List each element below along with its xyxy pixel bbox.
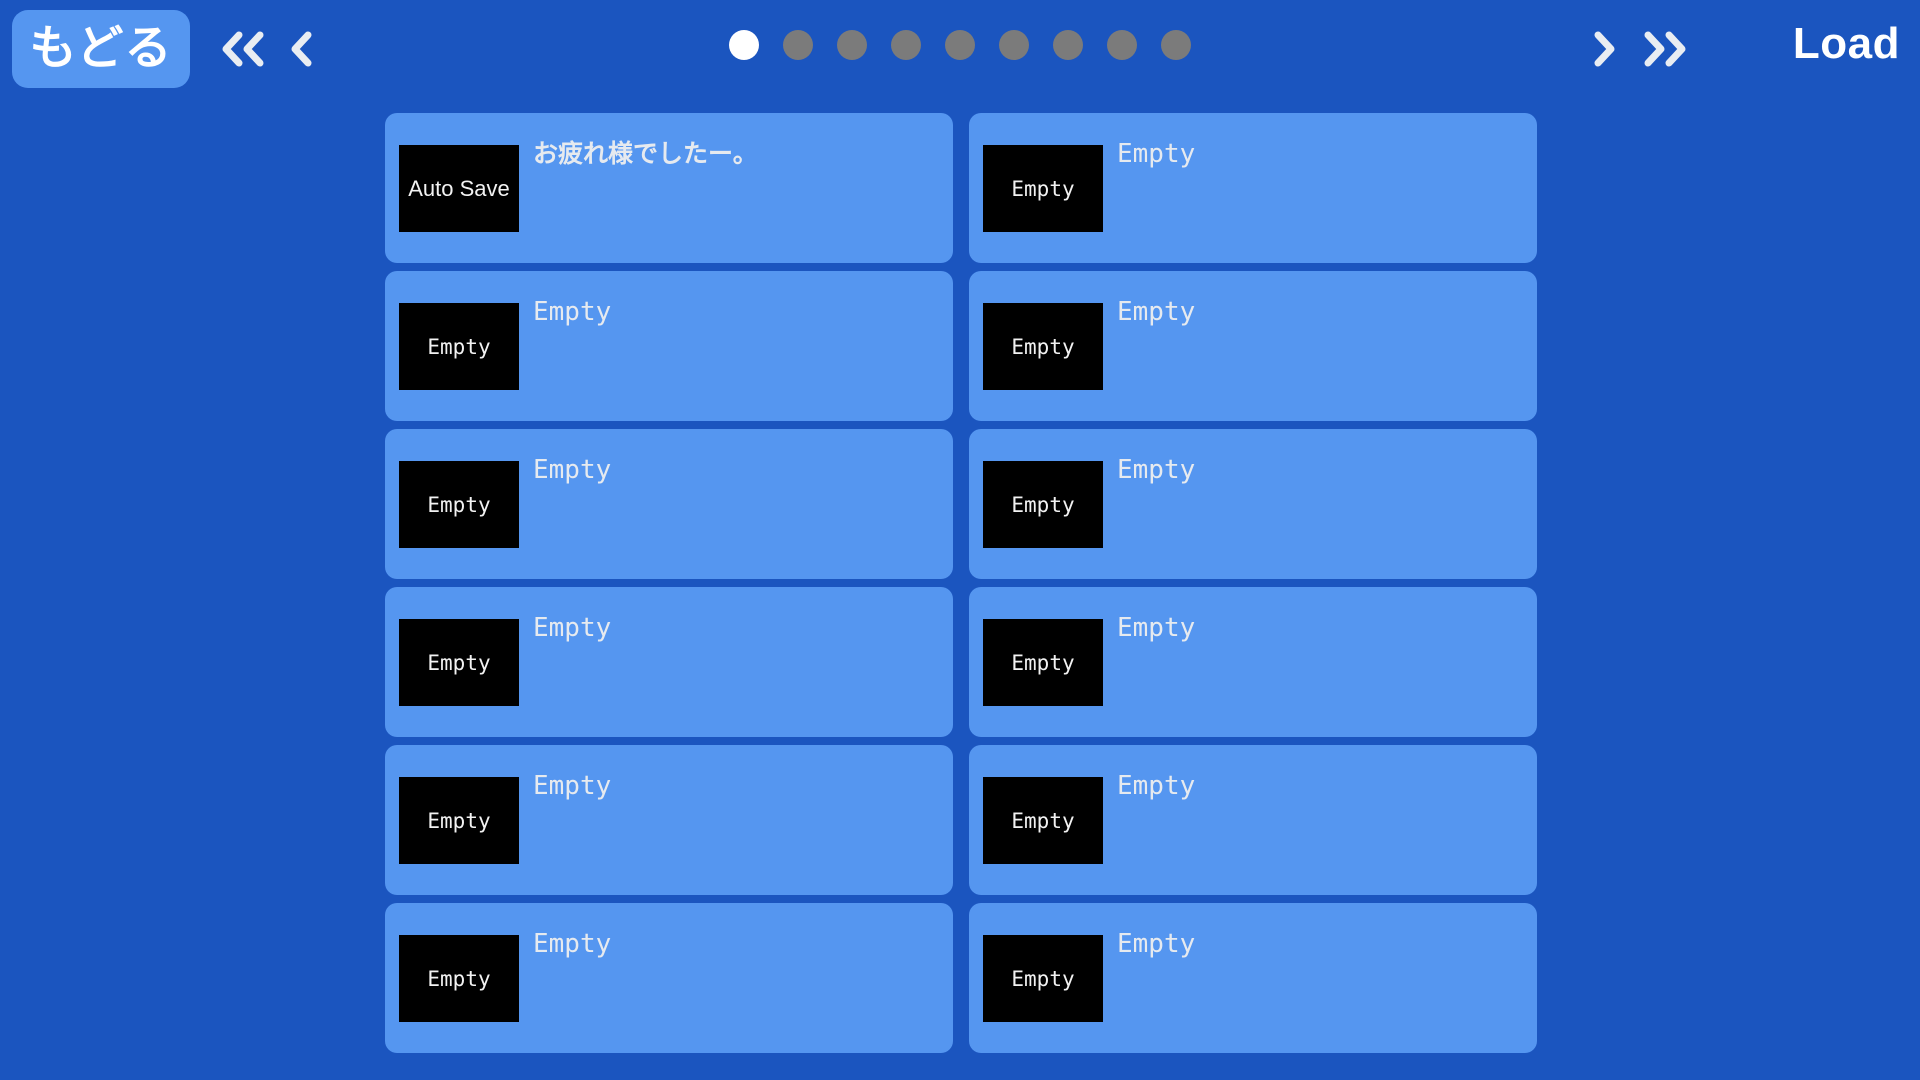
- chevron-right-icon: [1589, 25, 1621, 73]
- double-chevron-right-icon: [1639, 25, 1693, 73]
- save-slot-thumbnail: Empty: [983, 619, 1103, 706]
- save-slot-label: Empty: [533, 613, 612, 643]
- save-slot-label: Empty: [1117, 297, 1196, 327]
- save-slot-thumbnail: Empty: [399, 619, 519, 706]
- save-slot-label: Empty: [1117, 613, 1196, 643]
- save-slot-label: Empty: [533, 929, 612, 959]
- save-slot[interactable]: Empty Empty: [385, 429, 953, 579]
- save-slot-thumbnail: Auto Save: [399, 145, 519, 232]
- save-slot-thumbnail-label: Empty: [427, 492, 491, 517]
- save-slot-thumbnail-label: Empty: [1011, 650, 1075, 675]
- save-slot-thumbnail-label: Empty: [1011, 492, 1075, 517]
- save-slot-label: Empty: [533, 297, 612, 327]
- save-slot[interactable]: Empty Empty: [385, 745, 953, 895]
- save-slot-thumbnail-label: Empty: [1011, 334, 1075, 359]
- save-slot-thumbnail: Empty: [399, 303, 519, 390]
- save-slot-thumbnail-label: Empty: [1011, 176, 1075, 201]
- save-slot-label: Empty: [1117, 929, 1196, 959]
- save-slot-thumbnail-label: Empty: [427, 808, 491, 833]
- save-slot-thumbnail: Empty: [983, 303, 1103, 390]
- pagination-dot-2[interactable]: [783, 30, 813, 60]
- pagination-dot-5[interactable]: [945, 30, 975, 60]
- save-slot-thumbnail-label: Auto Save: [408, 175, 510, 201]
- pagination-dot-3[interactable]: [837, 30, 867, 60]
- save-slot-label: Empty: [1117, 139, 1196, 169]
- save-slot-label: Empty: [533, 455, 612, 485]
- save-slot[interactable]: Empty Empty: [969, 745, 1537, 895]
- pagination-dot-9[interactable]: [1161, 30, 1191, 60]
- next-page-button[interactable]: [1589, 14, 1621, 84]
- save-slot[interactable]: Empty Empty: [969, 903, 1537, 1053]
- save-slot-thumbnail: Empty: [983, 145, 1103, 232]
- save-slot[interactable]: Empty Empty: [385, 903, 953, 1053]
- save-slot[interactable]: Empty Empty: [385, 271, 953, 421]
- save-slot-label: Empty: [1117, 771, 1196, 801]
- last-page-button[interactable]: [1639, 14, 1693, 84]
- save-slot-thumbnail: Empty: [983, 935, 1103, 1022]
- pagination-dot-8[interactable]: [1107, 30, 1137, 60]
- save-slot[interactable]: Empty Empty: [969, 587, 1537, 737]
- pagination-dot-7[interactable]: [1053, 30, 1083, 60]
- nav-arrows-right: [1589, 14, 1693, 84]
- save-slot-label: お疲れ様でしたー。: [533, 139, 758, 168]
- pagination-dot-1[interactable]: [729, 30, 759, 60]
- save-slot[interactable]: Empty Empty: [385, 587, 953, 737]
- save-slot-thumbnail: Empty: [399, 777, 519, 864]
- save-slot-thumbnail-label: Empty: [1011, 808, 1075, 833]
- page-title: Load: [1792, 19, 1900, 68]
- save-slot-thumbnail-label: Empty: [1011, 966, 1075, 991]
- save-slot[interactable]: Empty Empty: [969, 271, 1537, 421]
- save-slot-label: Empty: [533, 771, 612, 801]
- save-slot[interactable]: Auto Save お疲れ様でしたー。: [385, 113, 953, 263]
- save-slot[interactable]: Empty Empty: [969, 429, 1537, 579]
- save-slot-grid: Auto Save お疲れ様でしたー。 Empty Empty Empty Empty Em…: [385, 113, 1537, 1053]
- pagination-dot-4[interactable]: [891, 30, 921, 60]
- pagination-dot-6[interactable]: [999, 30, 1029, 60]
- save-slot-thumbnail: Empty: [399, 461, 519, 548]
- save-slot-label: Empty: [1117, 455, 1196, 485]
- save-slot-thumbnail-label: Empty: [427, 334, 491, 359]
- top-bar: もどる Load: [0, 0, 1920, 98]
- save-slot-thumbnail: Empty: [983, 461, 1103, 548]
- save-slot-thumbnail-label: Empty: [427, 966, 491, 991]
- save-slot[interactable]: Empty Empty: [969, 113, 1537, 263]
- save-slot-thumbnail: Empty: [983, 777, 1103, 864]
- save-slot-thumbnail: Empty: [399, 935, 519, 1022]
- save-slot-thumbnail-label: Empty: [427, 650, 491, 675]
